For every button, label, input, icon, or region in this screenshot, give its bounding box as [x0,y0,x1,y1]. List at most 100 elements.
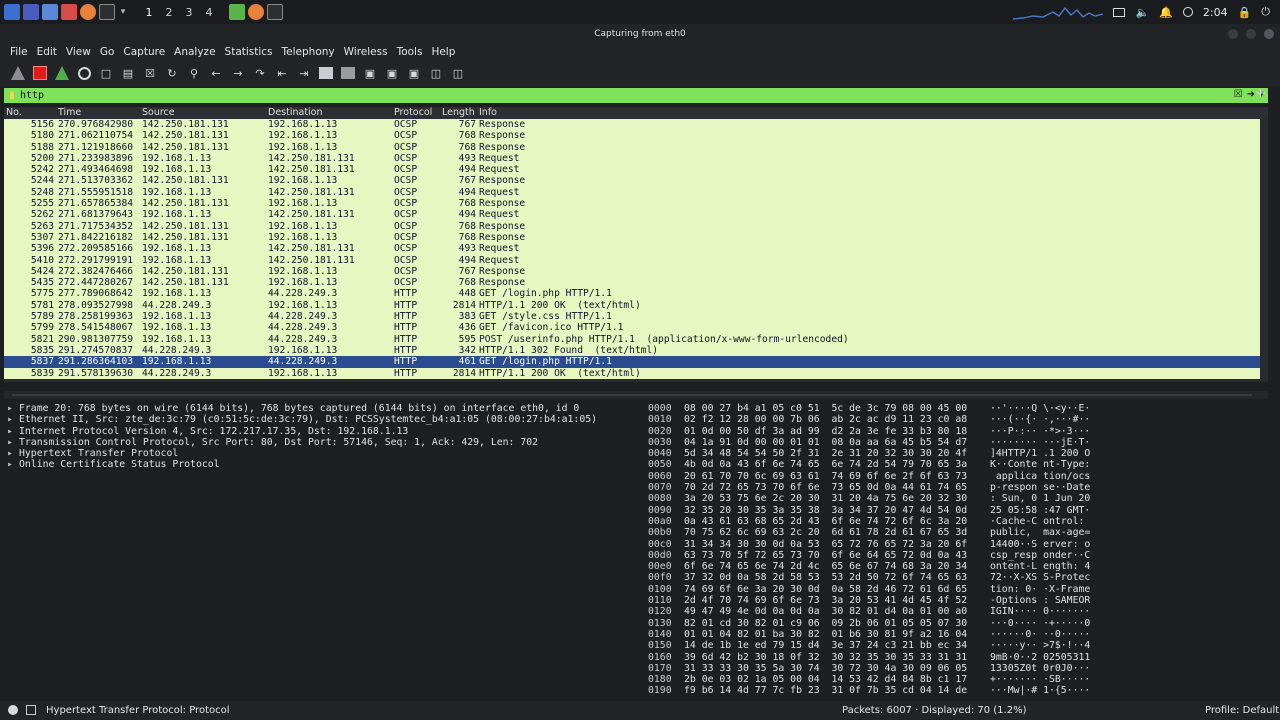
hex-row[interactable]: 00b0 70 75 62 6c 69 63 2c 20 6d 61 78 2d … [640,527,1268,538]
clock-time[interactable]: 2:04 [1203,6,1228,19]
detail-ocsp[interactable]: ▸ Online Certificate Status Protocol [4,459,634,470]
packet-row[interactable]: 5396 272.209585166 192.168.1.13 142.250.181… [4,243,1268,255]
hex-row[interactable]: 0010 02 f2 12 28 00 00 7b 06 ab 2c ac d9 … [640,414,1268,425]
speaker-icon[interactable]: 🔈 [1135,6,1149,19]
terminal-icon[interactable] [99,2,115,22]
packet-row[interactable]: 5248 271.555951518 192.168.1.13 142.250.181… [4,186,1268,199]
hex-row[interactable]: 00d0 63 73 70 5f 72 65 73 70 6f 6e 64 65 … [640,550,1268,561]
hex-row[interactable]: 0080 3a 20 53 75 6e 2c 20 30 31 20 4a 75 … [640,493,1268,504]
zoom-in-icon[interactable]: ▣ [362,65,378,81]
status-profile[interactable]: Profile: Default [1205,705,1279,716]
hex-row[interactable]: 0190 f9 b6 14 4d 77 7c fb 23 31 0f 7b 35 … [640,685,1268,696]
hex-row[interactable]: 0100 74 69 6f 6e 3a 20 30 0d 0a 58 2d 46 … [640,584,1268,595]
col-time[interactable]: Time [58,107,81,119]
autoscroll-icon[interactable] [318,65,334,81]
packet-row[interactable]: 5835 291.274570837 44.228.249.3 192.168.1.1… [4,344,1268,357]
packet-row[interactable]: 5307 271.842216182 142.250.181.131 192.168.… [4,231,1268,244]
clear-filter-icon[interactable]: ☒ [1234,89,1243,100]
packet-row[interactable]: 5156 270.976842980 142.250.181.131 192.168.… [4,119,1268,131]
expand-arrow-icon[interactable]: ▸ [7,403,19,414]
hex-row[interactable]: 0030 04 1a 91 0d 00 00 01 01 08 0a aa 6a … [640,437,1268,448]
desktop-icon[interactable] [23,2,39,22]
first-packet-icon[interactable]: ⇤ [274,65,290,81]
packet-row[interactable]: 5188 271.121918660 142.250.181.131 192.168.… [4,141,1268,153]
packet-row[interactable]: 5781 278.093527998 44.228.249.3 192.168.1.1… [4,299,1268,312]
app-menu-icon[interactable] [4,2,20,22]
expand-arrow-icon[interactable]: ▸ [7,459,19,470]
firefox-task-icon[interactable] [248,2,264,22]
colorize-icon[interactable] [340,65,356,81]
menu-statistics[interactable]: Statistics [225,46,273,58]
bell-icon[interactable]: 🔔 [1159,6,1173,19]
hex-row[interactable]: 0110 2d 4f 70 74 69 6f 6e 73 3a 20 53 41 … [640,595,1268,606]
close-button[interactable] [1264,29,1274,39]
editor-icon[interactable] [61,2,77,22]
add-filter-button-icon[interactable]: + [1255,86,1266,101]
wireshark-task-icon[interactable] [229,2,245,22]
packet-row[interactable]: 5789 278.258199363 192.168.1.13 44.228.249.… [4,311,1268,323]
detail-http[interactable]: ▸ Hypertext Transfer Protocol [4,448,634,459]
hex-row[interactable]: 0140 01 01 04 82 01 ba 30 82 01 b6 30 81 … [640,629,1268,640]
layout-icon[interactable]: ◫ [450,65,466,81]
hex-row[interactable]: 0070 70 2d 72 65 73 70 6f 6e 73 65 0d 0a … [640,482,1268,493]
packet-row[interactable]: 5839 291.578139630 44.228.249.3 192.168.1.1… [4,367,1268,379]
menu-wireless[interactable]: Wireless [344,46,388,58]
packet-row[interactable]: 5424 272.382476466 142.250.181.131 192.168.… [4,265,1268,278]
start-capture-icon[interactable] [10,65,26,81]
packet-row[interactable]: 5263 271.717534352 142.250.181.131 192.168.… [4,220,1268,232]
col-length[interactable]: Length [442,107,475,119]
menu-tools[interactable]: Tools [397,46,423,58]
packet-row[interactable]: 5180 271.062110754 142.250.181.131 192.168.… [4,130,1268,142]
display-icon[interactable] [1113,7,1126,17]
go-forward-icon[interactable]: → [230,65,246,81]
hex-row[interactable]: 0000 08 00 27 b4 a1 05 c0 51 5c de 3c 79 … [640,403,1268,414]
workspace-4[interactable]: 4 [199,2,219,22]
hex-row[interactable]: 00f0 37 32 0d 0a 58 2d 58 53 53 2d 50 72 … [640,572,1268,583]
normal-size-icon[interactable]: ▣ [406,65,422,81]
detail-ip[interactable]: ▸ Internet Protocol Version 4, Src: 172.2… [4,426,634,437]
close-file-icon[interactable]: ☒ [142,65,158,81]
col-protocol[interactable]: Protocol [394,107,432,119]
stop-capture-icon[interactable] [32,65,48,81]
workspace-1[interactable]: 1 [139,2,159,22]
expand-arrow-icon[interactable]: ▸ [7,414,19,425]
bookmark-icon[interactable]: ▮ [4,88,20,103]
hex-row[interactable]: 0060 20 61 70 70 6c 69 63 61 74 69 6f 6e … [640,471,1268,482]
packet-row[interactable]: 5200 271.233983896 192.168.1.13 142.250.181… [4,152,1268,165]
packet-list-scrollbar[interactable] [1260,119,1268,382]
firefox-icon[interactable] [80,2,96,22]
hex-row[interactable]: 0120 49 47 49 4e 0d 0a 0d 0a 30 82 01 d4 … [640,606,1268,617]
open-file-icon[interactable]: □ [98,65,114,81]
power-icon[interactable]: ⏻ [1261,5,1270,19]
minimize-button[interactable] [1228,29,1238,39]
go-back-icon[interactable]: ← [208,65,224,81]
packet-row[interactable]: 5775 277.789068642 192.168.1.13 44.228.249.… [4,288,1268,300]
files-icon[interactable] [42,2,58,22]
terminal-task-icon[interactable] [267,2,283,22]
hex-row[interactable]: 00c0 31 34 34 30 30 0d 0a 53 65 72 76 65 … [640,539,1268,550]
packet-row[interactable]: 5262 271.681379643 192.168.1.13 142.250.181… [4,209,1268,221]
expert-info-icon[interactable] [8,705,18,715]
col-no[interactable]: No. [6,107,22,119]
restart-capture-icon[interactable] [54,65,70,81]
packet-row[interactable]: 5244 271.513703362 142.250.181.131 192.168.… [4,175,1268,187]
capture-options-icon[interactable] [76,65,92,81]
menu-help[interactable]: Help [431,46,455,58]
chevron-down-icon[interactable]: ▾ [118,2,128,22]
packet-row[interactable]: 5799 278.541548067 192.168.1.13 44.228.249.… [4,322,1268,334]
hex-row[interactable]: 0020 01 0d 00 50 df 3a ad 99 d2 2a 3e fe … [640,426,1268,437]
lock-icon[interactable]: 🔒 [1238,6,1252,19]
menu-capture[interactable]: Capture [123,46,165,58]
packet-row[interactable]: 5435 272.447280267 142.250.181.131 192.168.… [4,277,1268,289]
menu-go[interactable]: Go [100,46,115,58]
workspace-2[interactable]: 2 [159,2,179,22]
menu-telephony[interactable]: Telephony [282,46,335,58]
packet-row[interactable]: 5242 271.493464698 192.168.1.13 142.250.181… [4,164,1268,176]
hex-row[interactable]: 0170 31 33 33 30 35 5a 30 74 30 72 30 4a … [640,663,1268,674]
packet-row[interactable]: 5410 272.291799191 192.168.1.13 142.250.181… [4,254,1268,266]
packet-row[interactable]: 5821 290.981307759 192.168.1.13 44.228.249.… [4,333,1268,345]
packet-row-selected[interactable]: 5837 291.286364103 192.168.1.13 44.228.249.… [4,356,1268,368]
pane-splitter[interactable] [4,391,1268,399]
display-filter-input[interactable]: http [20,90,44,101]
hex-row[interactable]: 0050 4b 0d 0a 43 6f 6e 74 65 6e 74 2d 54 … [640,459,1268,470]
